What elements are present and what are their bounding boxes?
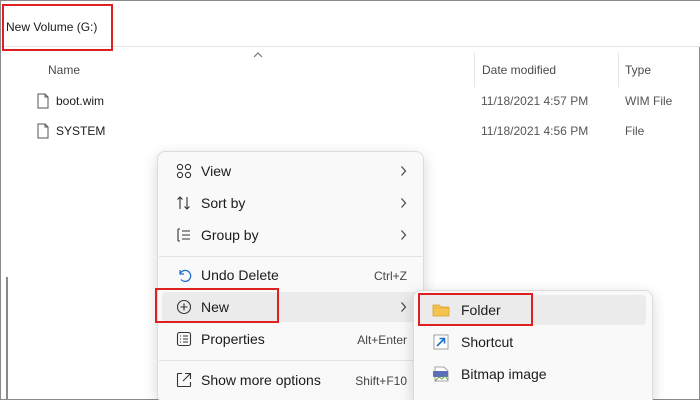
context-menu: View Sort by Group by Undo Delete Ctrl+Z… xyxy=(157,151,424,400)
sort-up-icon xyxy=(253,52,263,58)
menu-item-label: View xyxy=(201,163,232,179)
column-separator[interactable] xyxy=(474,53,475,87)
file-date: 11/18/2021 4:56 PM xyxy=(481,124,589,138)
undo-icon xyxy=(179,269,192,282)
menu-item-show-more-options[interactable]: Show more options Shift+F10 xyxy=(162,365,421,395)
submenu-item-label: Bitmap image xyxy=(461,366,547,382)
menu-item-label: Group by xyxy=(201,227,259,243)
column-header-date-modified[interactable]: Date modified xyxy=(482,63,556,77)
file-row-boot-wim[interactable]: boot.wim 11/18/2021 4:57 PM WIM File xyxy=(1,90,700,114)
group-icon xyxy=(177,228,190,242)
menu-item-label: Properties xyxy=(201,331,265,347)
properties-icon xyxy=(176,331,192,347)
explorer-window: New Volume (G:) Name Date modified Type … xyxy=(0,0,700,400)
highlight-box-new xyxy=(155,288,279,323)
highlight-box-folder xyxy=(418,293,533,326)
menu-shortcut: Ctrl+Z xyxy=(374,269,407,283)
menu-item-group-by[interactable]: Group by xyxy=(162,220,421,250)
file-type: WIM File xyxy=(625,94,673,108)
file-date: 11/18/2021 4:57 PM xyxy=(481,94,589,108)
menu-shortcut: Alt+Enter xyxy=(357,333,407,347)
chevron-right-icon xyxy=(401,166,407,176)
menu-item-view[interactable]: View xyxy=(162,156,421,186)
chevron-right-icon xyxy=(401,230,407,240)
file-row-system[interactable]: SYSTEM 11/18/2021 4:56 PM File xyxy=(1,120,700,144)
submenu-item-shortcut[interactable]: Shortcut xyxy=(418,327,646,357)
scrollbar-thumb[interactable] xyxy=(6,277,8,400)
menu-item-undo-delete[interactable]: Undo Delete Ctrl+Z xyxy=(162,260,421,290)
column-header-type[interactable]: Type xyxy=(625,63,651,77)
show-more-icon xyxy=(176,372,192,388)
menu-item-properties[interactable]: Properties Alt+Enter xyxy=(162,324,421,354)
sort-icon xyxy=(177,196,190,210)
chevron-right-icon xyxy=(401,198,407,208)
shortcut-icon xyxy=(433,334,449,350)
file-name: SYSTEM xyxy=(56,124,106,138)
file-type: File xyxy=(625,124,645,138)
menu-separator xyxy=(159,360,424,361)
menu-item-label: Undo Delete xyxy=(201,267,279,283)
column-header-name[interactable]: Name xyxy=(48,63,80,77)
file-name: boot.wim xyxy=(56,94,105,108)
submenu-item-label: Shortcut xyxy=(461,334,514,350)
menu-shortcut: Shift+F10 xyxy=(355,374,407,388)
submenu-item-bitmap-image[interactable]: Bitmap image xyxy=(418,359,646,389)
column-separator[interactable] xyxy=(618,53,619,87)
file-icon xyxy=(37,93,49,109)
chevron-right-icon xyxy=(401,302,407,312)
menu-item-label: Show more options xyxy=(201,372,321,388)
grid-view-icon xyxy=(176,163,192,179)
menu-separator xyxy=(159,256,424,257)
menu-item-label: Sort by xyxy=(201,195,246,211)
bitmap-icon xyxy=(433,366,449,382)
file-icon xyxy=(37,123,49,139)
menu-item-sort-by[interactable]: Sort by xyxy=(162,188,421,218)
highlight-box-address xyxy=(2,4,113,51)
